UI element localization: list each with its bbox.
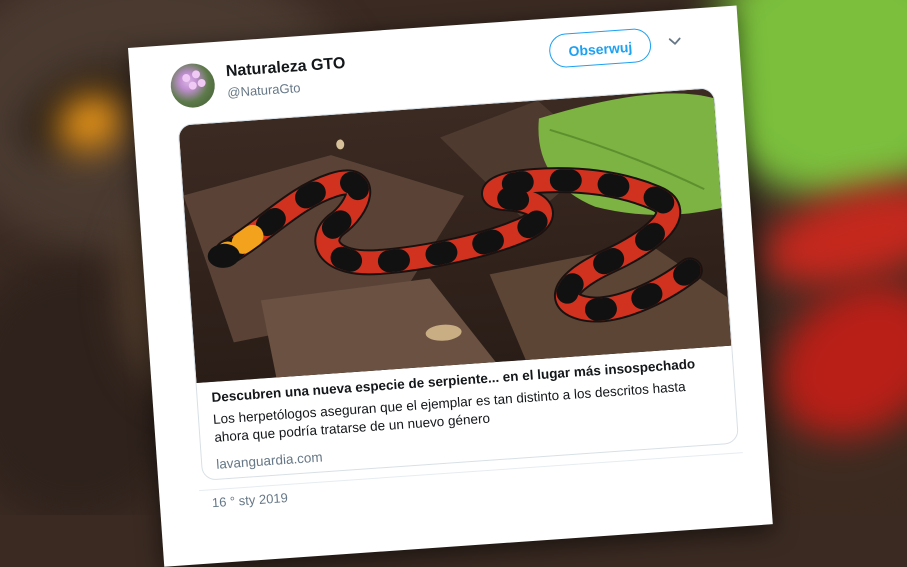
tweet-timestamp[interactable]: 16 ° sty 2019	[211, 490, 288, 510]
author-handle[interactable]: @NaturaGto	[227, 80, 301, 100]
follow-button[interactable]: Obserwuj	[548, 27, 653, 69]
snake-photo	[178, 88, 732, 384]
tweet-card: Naturaleza GTO @NaturaGto Obserwuj Descu…	[128, 5, 773, 567]
avatar[interactable]	[169, 62, 217, 110]
author-name[interactable]: Naturaleza GTO	[225, 55, 346, 81]
link-preview-card[interactable]: Descubren una nueva especie de serpiente…	[177, 87, 740, 481]
chevron-down-icon[interactable]	[666, 33, 683, 50]
